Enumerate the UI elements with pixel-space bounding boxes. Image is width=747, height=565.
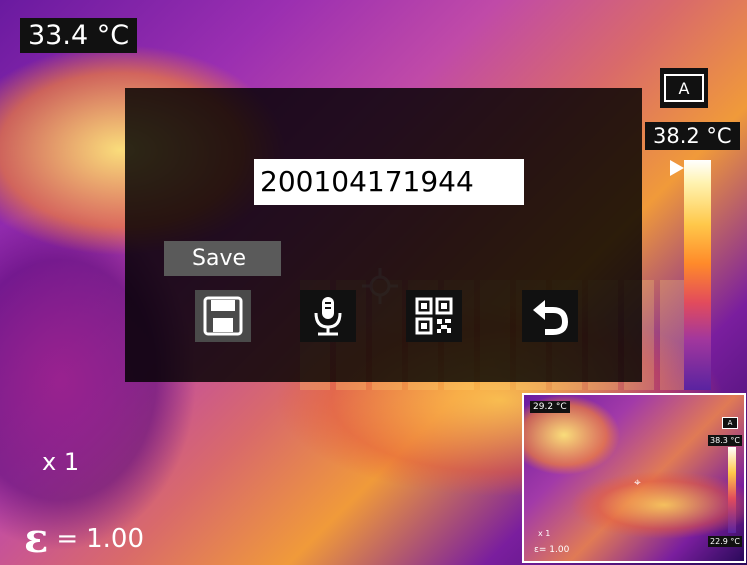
temperature-scale-bar: [684, 160, 711, 390]
emissivity-value: 1.00: [86, 523, 145, 554]
preview-emissivity: ε= 1.00: [534, 545, 570, 555]
back-button[interactable]: [522, 290, 578, 342]
preview-zoom: x 1: [538, 529, 551, 538]
qr-code-icon: [415, 297, 453, 335]
preview-max-temperature: 38.3 °C: [708, 435, 742, 446]
preview-crosshair-icon: ⌖: [634, 475, 641, 489]
file-name-input[interactable]: 200104171944: [254, 159, 524, 205]
selected-action-label: Save: [164, 241, 281, 276]
scale-marker-icon: [670, 160, 684, 176]
qr-code-button[interactable]: [406, 290, 462, 342]
save-button[interactable]: [195, 290, 251, 342]
save-icon: [203, 296, 243, 336]
preview-thumbnail: 29.2 °C A 38.3 °C 22.9 °C ⌖ x 1 ε= 1.00: [522, 393, 746, 563]
voice-note-button[interactable]: [300, 290, 356, 342]
microphone-icon: [314, 297, 342, 336]
back-arrow-icon: [533, 300, 569, 335]
preview-mode-icon: A: [722, 417, 738, 429]
preview-scale-bar: [728, 447, 736, 533]
auto-mode-label: A: [664, 74, 704, 102]
spot-temperature: 33.4 °C: [20, 18, 138, 53]
measure-mode-icon[interactable]: A: [660, 68, 708, 108]
emissivity-readout: ε = 1.00: [24, 515, 144, 562]
preview-spot-temperature: 29.2 °C: [530, 401, 570, 413]
zoom-level: x 1: [42, 448, 80, 476]
preview-min-temperature: 22.9 °C: [708, 536, 742, 547]
emissivity-equals: =: [56, 523, 79, 554]
emissivity-symbol: ε: [24, 515, 49, 562]
max-temperature: 38.2 °C: [645, 122, 740, 150]
